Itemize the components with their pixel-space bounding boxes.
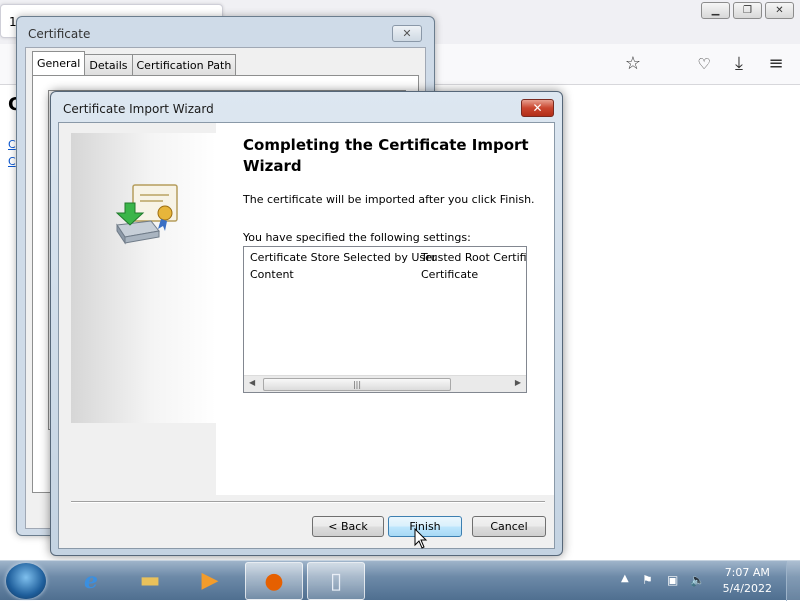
wizard-title: Certificate Import Wizard <box>63 102 214 116</box>
settings-list[interactable]: Certificate Store Selected by User Trust… <box>243 246 527 393</box>
setting-value: Trusted Root Certifica <box>421 251 527 264</box>
page-link[interactable]: C <box>8 155 16 168</box>
scroll-right-icon[interactable]: ▶ <box>515 378 521 387</box>
network-icon[interactable]: ▣ <box>667 573 678 587</box>
scrollbar-thumb[interactable]: ||| <box>263 378 451 391</box>
wizard-body: Completing the Certificate Import Wizard… <box>58 122 555 549</box>
setting-key: Content <box>250 268 294 281</box>
pocket-icon[interactable]: ♡ <box>693 55 715 73</box>
window-controls: ▁ ❐ ✕ <box>701 2 794 19</box>
wizard-main-panel: Completing the Certificate Import Wizard… <box>216 123 554 495</box>
file-explorer-icon[interactable]: ▬ <box>121 562 179 600</box>
clock-time: 7:07 AM <box>724 566 770 579</box>
certificate-window-icon[interactable]: ▯ <box>307 562 365 600</box>
tab-general[interactable]: General <box>32 51 86 75</box>
system-clock[interactable]: 7:07 AM 5/4/2022 <box>723 565 772 597</box>
import-wizard-dialog: Certificate Import Wizard ✕ Completing t… <box>50 91 563 556</box>
action-center-flag-icon[interactable]: ⚑ <box>642 573 653 587</box>
wizard-side-panel <box>71 133 216 423</box>
firefox-icon[interactable]: ● <box>245 562 303 600</box>
certificate-dialog-title: Certificate <box>28 27 91 41</box>
start-button[interactable] <box>6 563 46 599</box>
wizard-close-button[interactable]: ✕ <box>521 99 554 117</box>
bookmark-star-icon[interactable]: ☆ <box>622 53 644 74</box>
show-desktop-button[interactable] <box>786 561 800 601</box>
cancel-button[interactable]: Cancel <box>472 516 546 537</box>
tab-details[interactable]: Details <box>84 54 133 75</box>
page-link[interactable]: C <box>8 138 16 151</box>
scroll-left-icon[interactable]: ◀ <box>249 378 255 387</box>
media-player-icon[interactable]: ▶ <box>181 562 239 600</box>
divider <box>71 501 545 503</box>
back-button[interactable]: < Back <box>312 516 384 537</box>
taskbar: e ▬ ▶ ● ▯ ▲ ⚑ ▣ 🔈 7:07 AM 5/4/2022 <box>0 560 800 601</box>
certificate-close-button[interactable]: ✕ <box>392 25 422 42</box>
internet-explorer-icon[interactable]: e <box>62 562 120 600</box>
tab-certification-path[interactable]: Certification Path <box>131 54 237 75</box>
clock-date: 5/4/2022 <box>722 582 772 595</box>
settings-label: You have specified the following setting… <box>243 231 471 244</box>
show-hidden-icons-icon[interactable]: ▲ <box>621 573 629 584</box>
horizontal-scrollbar[interactable]: ◀ ||| ▶ <box>244 375 526 392</box>
mouse-cursor-icon <box>414 528 428 549</box>
setting-key: Certificate Store Selected by User <box>250 251 437 264</box>
volume-muted-icon[interactable]: 🔈 <box>690 573 705 587</box>
certificate-import-icon <box>115 184 178 245</box>
wizard-description: The certificate will be imported after y… <box>243 193 535 206</box>
download-icon[interactable]: ⤓ <box>728 53 750 74</box>
certificate-tabs: General Details Certification Path <box>32 51 237 75</box>
window-close-button[interactable]: ✕ <box>765 2 794 19</box>
menu-icon[interactable]: ≡ <box>765 53 787 74</box>
minimize-button[interactable]: ▁ <box>701 2 730 19</box>
setting-value: Certificate <box>421 268 479 281</box>
restore-button[interactable]: ❐ <box>733 2 762 19</box>
wizard-heading: Completing the Certificate Import Wizard <box>243 136 529 175</box>
